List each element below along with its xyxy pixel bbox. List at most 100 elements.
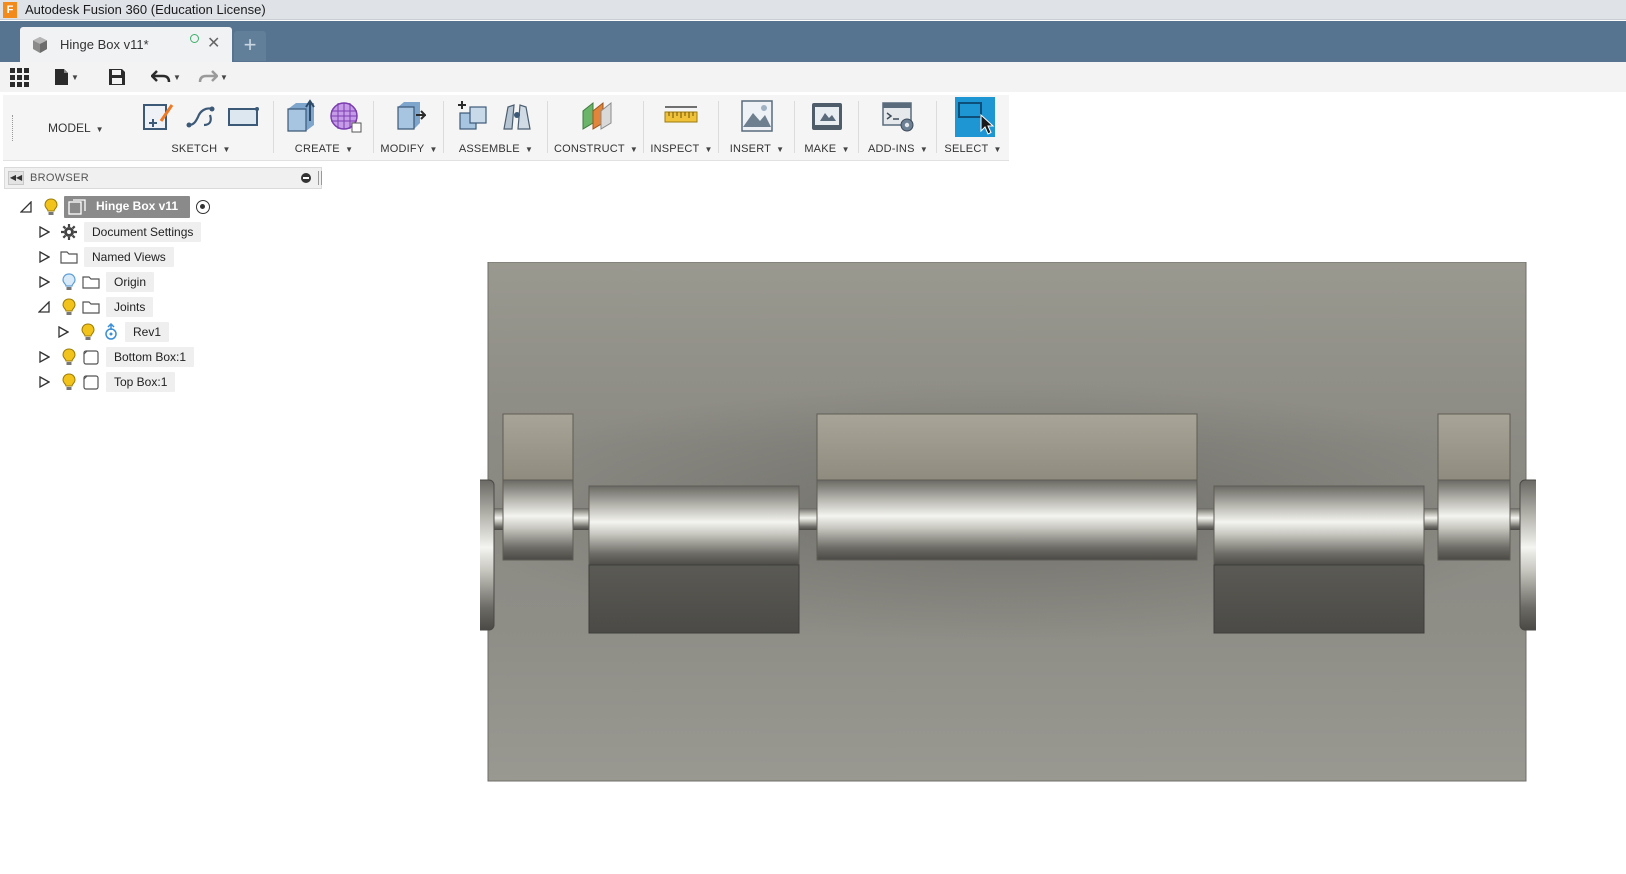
toolbar-group-addins: ADD-INS ▼: [859, 95, 937, 161]
chevron-down-icon: ▼: [95, 125, 104, 134]
form-sculpt-icon[interactable]: [328, 99, 362, 133]
hinge-end-cap-left[interactable]: [480, 479, 495, 631]
collapsed-arrow-icon[interactable]: [38, 376, 50, 388]
toolbar-group-modify: MODIFY ▼: [374, 95, 444, 161]
collapsed-arrow-icon[interactable]: [57, 326, 69, 338]
toolbar-group-construct: CONSTRUCT ▼: [548, 95, 644, 161]
close-tab-button[interactable]: ✕: [207, 36, 220, 52]
tree-node-bottom-box[interactable]: Bottom Box:1: [38, 346, 195, 368]
sketch-rectangle-icon[interactable]: [226, 99, 260, 133]
tree-node-top-box[interactable]: Top Box:1: [38, 371, 176, 393]
top-box-flap-center[interactable]: [816, 413, 1198, 482]
insert-image-icon[interactable]: [740, 99, 774, 133]
tree-node-root[interactable]: Hinge Box v11: [20, 196, 211, 218]
document-tab-bar: Hinge Box v11* ✕ +: [0, 21, 1626, 62]
addins-menu-button[interactable]: ADD-INS ▼: [859, 143, 937, 155]
redo-button[interactable]: ▼: [198, 67, 228, 87]
tree-node-label: Hinge Box v11: [64, 196, 191, 218]
collapsed-arrow-icon[interactable]: [38, 351, 50, 363]
chevron-down-icon: ▼: [220, 72, 228, 82]
hinge-knuckle-right[interactable]: [1437, 479, 1511, 561]
hinge-knuckle-center[interactable]: [816, 479, 1198, 561]
tree-node-joints[interactable]: Joints: [38, 296, 154, 318]
activate-component-icon[interactable]: [196, 200, 211, 214]
sketch-line-icon[interactable]: [184, 99, 218, 133]
toolbar-group-select: SELECT ▼: [937, 95, 1009, 161]
extrude-icon[interactable]: [284, 99, 318, 133]
hinge-knuckle-bottom-left[interactable]: [588, 485, 800, 567]
select-menu-button[interactable]: SELECT ▼: [937, 143, 1009, 155]
component-icon: [83, 350, 99, 365]
tree-node-rev1[interactable]: Rev1: [57, 321, 170, 343]
workspace-switcher[interactable]: MODEL ▼: [48, 121, 104, 135]
visibility-bulb-icon[interactable]: [62, 373, 76, 391]
file-menu-button[interactable]: ▼: [54, 67, 79, 87]
top-box-flap-left[interactable]: [502, 413, 574, 482]
folder-icon: [82, 276, 100, 289]
visibility-bulb-off-icon[interactable]: [62, 273, 76, 291]
gear-icon: [61, 224, 77, 240]
expanded-arrow-icon[interactable]: [20, 201, 32, 213]
collapse-browser-button[interactable]: ◀◀: [8, 171, 24, 185]
component-icon: [83, 375, 99, 390]
bottom-box-flap-right[interactable]: [1213, 564, 1425, 634]
undo-button[interactable]: ▼: [151, 67, 181, 87]
joint-icon[interactable]: [500, 99, 534, 133]
collapsed-arrow-icon[interactable]: [38, 251, 50, 263]
toolbar-grip[interactable]: [12, 115, 14, 141]
tree-node-label: Rev1: [125, 322, 170, 342]
construct-menu-button[interactable]: CONSTRUCT ▼: [548, 143, 644, 155]
insert-menu-button[interactable]: INSERT ▼: [719, 143, 795, 155]
assemble-menu-button[interactable]: ASSEMBLE ▼: [444, 143, 548, 155]
tab-hinge-box[interactable]: Hinge Box v11* ✕: [20, 27, 232, 62]
hinge-knuckle-left[interactable]: [502, 479, 574, 561]
fusion-app-window: F Autodesk Fusion 360 (Education License…: [0, 0, 1626, 874]
redo-icon: [198, 70, 218, 83]
select-tool-button[interactable]: [955, 97, 995, 137]
press-pull-icon[interactable]: [392, 99, 426, 133]
save-button[interactable]: [108, 67, 126, 87]
chevron-down-icon: ▼: [173, 72, 181, 82]
select-cursor-icon: [958, 102, 995, 135]
top-box-flap-right[interactable]: [1437, 413, 1511, 482]
new-component-icon[interactable]: [456, 99, 490, 133]
collapsed-arrow-icon[interactable]: [38, 226, 50, 238]
browser-pin-handle[interactable]: [318, 171, 322, 185]
save-icon: [109, 69, 125, 85]
modify-menu-button[interactable]: MODIFY ▼: [374, 143, 444, 155]
3d-viewport-model[interactable]: [480, 262, 1536, 802]
visibility-bulb-icon[interactable]: [81, 323, 95, 341]
revolute-joint-icon: [105, 323, 117, 340]
tree-node-origin[interactable]: Origin: [38, 271, 155, 293]
visibility-bulb-icon[interactable]: [62, 348, 76, 366]
tree-node-label: Named Views: [84, 247, 174, 267]
toolbar-group-sketch: SKETCH ▼: [128, 95, 274, 161]
tree-node-label: Top Box:1: [106, 372, 176, 392]
expanded-arrow-icon[interactable]: [38, 301, 50, 313]
make-menu-button[interactable]: MAKE ▼: [795, 143, 859, 155]
sketch-menu-button[interactable]: SKETCH ▼: [128, 143, 274, 155]
collapsed-arrow-icon[interactable]: [38, 276, 50, 288]
tree-node-label: Origin: [106, 272, 155, 292]
component-cube-icon: [33, 36, 47, 53]
bottom-box-flap-left[interactable]: [588, 564, 800, 634]
tree-node-document-settings[interactable]: Document Settings: [38, 221, 202, 243]
autosave-status-icon: [190, 34, 199, 43]
visibility-bulb-icon[interactable]: [62, 298, 76, 316]
minimize-browser-button[interactable]: [301, 173, 311, 183]
measure-icon[interactable]: [664, 99, 698, 133]
inspect-menu-button[interactable]: INSPECT ▼: [644, 143, 719, 155]
create-menu-button[interactable]: CREATE ▼: [274, 143, 374, 155]
visibility-bulb-icon[interactable]: [44, 198, 58, 216]
create-sketch-icon[interactable]: [141, 99, 175, 133]
3d-print-icon[interactable]: [810, 99, 844, 133]
tree-node-named-views[interactable]: Named Views: [38, 246, 174, 268]
undo-icon: [151, 70, 171, 83]
new-tab-button[interactable]: +: [234, 31, 266, 61]
apps-grid-button[interactable]: [10, 67, 29, 87]
hinge-knuckle-bottom-right[interactable]: [1213, 485, 1425, 567]
browser-title: BROWSER: [30, 172, 89, 184]
hinge-end-cap-right[interactable]: [1519, 479, 1536, 631]
offset-plane-icon[interactable]: [579, 99, 613, 133]
scripts-addins-icon[interactable]: [881, 99, 915, 133]
